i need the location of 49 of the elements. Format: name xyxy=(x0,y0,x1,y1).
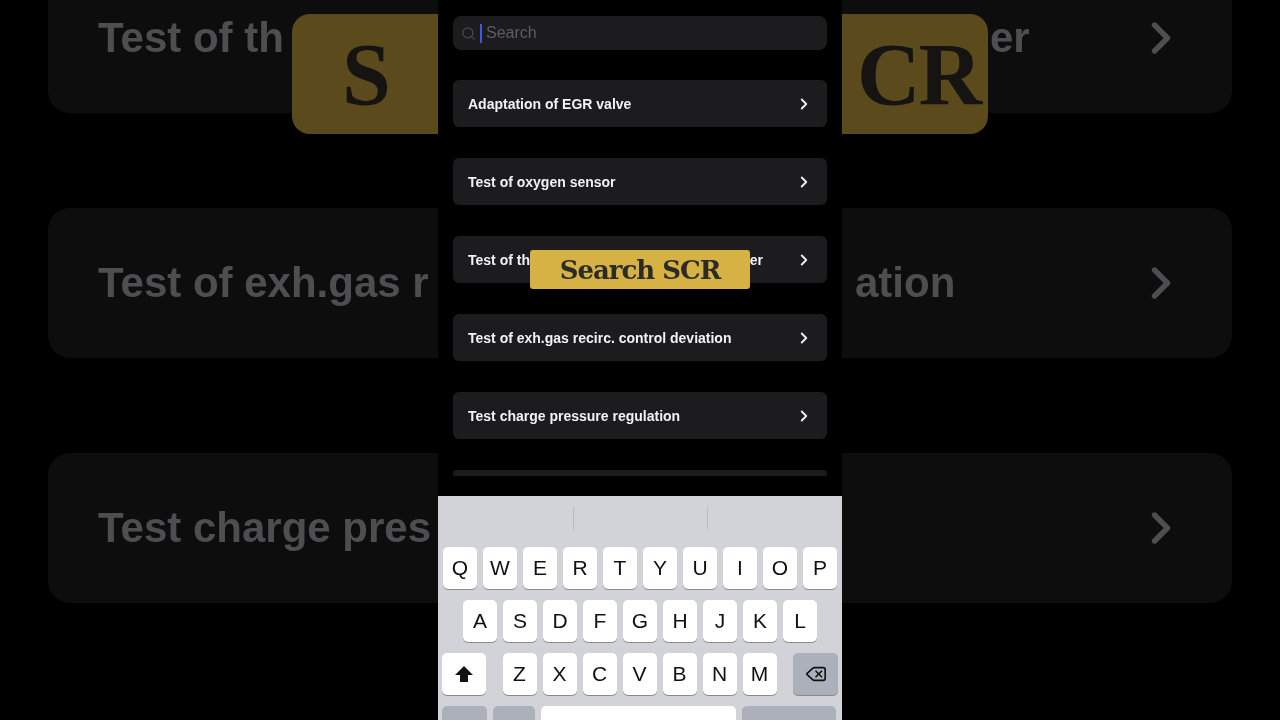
key[interactable]: Q xyxy=(443,547,477,589)
caption-overlay: Search SCR xyxy=(530,250,750,289)
key[interactable]: U xyxy=(683,547,717,589)
list-item[interactable] xyxy=(453,470,827,476)
delete-key[interactable] xyxy=(793,653,838,695)
key[interactable]: X xyxy=(542,653,577,695)
key[interactable]: N xyxy=(702,653,737,695)
list-item[interactable]: Adaptation of EGR valve xyxy=(453,80,827,127)
key[interactable]: L xyxy=(783,600,817,642)
key[interactable]: P xyxy=(803,547,837,589)
key[interactable]: F xyxy=(583,600,617,642)
backdrop-label: ation xyxy=(855,259,956,307)
key[interactable]: B xyxy=(662,653,697,695)
item-label: Test charge pressure regulation xyxy=(468,407,681,424)
key[interactable]: O xyxy=(763,547,797,589)
key[interactable]: E xyxy=(523,547,557,589)
key[interactable]: C xyxy=(582,653,617,695)
key[interactable]: H xyxy=(663,600,697,642)
key[interactable]: K xyxy=(743,600,777,642)
list-item[interactable]: Test of exh.gas recirc. control deviation xyxy=(453,314,827,361)
key[interactable]: Z xyxy=(502,653,537,695)
key[interactable]: A xyxy=(463,600,497,642)
item-label: Test of exh.gas recirc. control deviation xyxy=(468,329,732,346)
key[interactable]: S xyxy=(503,600,537,642)
key[interactable]: I xyxy=(723,547,757,589)
list-item[interactable]: Test charge pressure regulation xyxy=(453,392,827,439)
backdrop-caption: CR xyxy=(842,14,988,134)
key[interactable]: W xyxy=(483,547,517,589)
item-label: Test of th xyxy=(468,251,530,268)
backdrop-caption: S xyxy=(292,14,438,134)
shift-key[interactable] xyxy=(442,653,486,695)
item-label: Adaptation of EGR valve xyxy=(468,95,632,112)
list-item[interactable]: Test of oxygen sensor xyxy=(453,158,827,205)
item-label: er xyxy=(749,251,763,268)
key[interactable]: R xyxy=(563,547,597,589)
item-label: Test of oxygen sensor xyxy=(468,173,616,190)
backdrop-label: Test of th xyxy=(98,14,284,62)
key[interactable]: G xyxy=(623,600,657,642)
key[interactable]: V xyxy=(622,653,657,695)
search-icon xyxy=(461,25,476,41)
key[interactable]: M xyxy=(742,653,777,695)
key[interactable]: T xyxy=(603,547,637,589)
key[interactable]: D xyxy=(543,600,577,642)
shift-icon xyxy=(454,665,474,683)
key[interactable]: Y xyxy=(643,547,677,589)
backdrop-label: Test of exh.gas r xyxy=(98,259,429,307)
backdrop-label: er xyxy=(989,14,1030,62)
backdrop-label: Test charge pres xyxy=(98,504,432,552)
key[interactable]: J xyxy=(703,600,737,642)
